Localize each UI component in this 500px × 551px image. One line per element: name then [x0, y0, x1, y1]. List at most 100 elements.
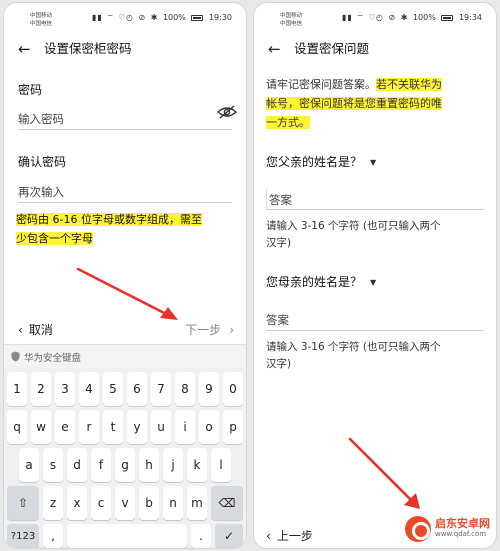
- space-key[interactable]: [67, 524, 187, 548]
- key[interactable]: v: [115, 486, 135, 520]
- password-rule-hint: 密码由 6-16 位字母或数字组成，需至 少包含一个字母: [16, 210, 202, 248]
- comma-key[interactable]: ,: [43, 524, 63, 548]
- status-bar: 中国移动 中国电信 ▮▮ ⌔ ♡ ◴ ⊘ ✱ 100% 19:34: [254, 3, 496, 33]
- mute-icon: ⊘: [388, 13, 396, 22]
- back-arrow-icon[interactable]: ←: [268, 37, 281, 61]
- helper-2-line-1: 请输入 3-16 个字符 (也可只输入两个: [266, 341, 441, 353]
- next-label: 下一步: [185, 323, 222, 337]
- dropdown-caret-icon: ▼: [370, 278, 377, 287]
- question-2-label: 您母亲的姓名是？: [266, 275, 363, 289]
- key[interactable]: n: [163, 486, 183, 520]
- key[interactable]: 8: [175, 372, 195, 406]
- answer-1-helper: 请输入 3-16 个字符 (也可只输入两个 汉字): [266, 218, 440, 252]
- site-watermark: 启东安卓网 www.qdaf.com: [405, 516, 490, 542]
- previous-label: 上一步: [276, 529, 313, 543]
- key[interactable]: c: [91, 486, 111, 520]
- key[interactable]: g: [115, 448, 135, 482]
- previous-button[interactable]: ‹ 上一步: [266, 527, 313, 544]
- security-question-intro: 请牢记密保问题答案。若不关联华为 帐号，密保问题将是您重置密码的唯 一方式。: [266, 75, 490, 132]
- chevron-left-icon: ‹: [266, 529, 271, 543]
- carrier-1: 中国移动: [30, 13, 53, 19]
- key[interactable]: 0: [223, 372, 243, 406]
- key[interactable]: e: [55, 410, 75, 444]
- key[interactable]: 4: [79, 372, 99, 406]
- key[interactable]: k: [187, 448, 207, 482]
- cancel-button[interactable]: ‹ 取消: [18, 321, 53, 338]
- helper-1-line-1: 请输入 3-16 个字符 (也可只输入两个: [266, 220, 441, 232]
- key[interactable]: b: [139, 486, 159, 520]
- confirm-password-input[interactable]: 再次输入: [18, 184, 64, 200]
- key[interactable]: y: [127, 410, 147, 444]
- intro-highlight-1: 若不关联华为: [376, 78, 442, 91]
- key[interactable]: h: [139, 448, 159, 482]
- back-arrow-icon[interactable]: ←: [18, 37, 31, 61]
- hint-line-2: 少包含一个字母: [16, 232, 93, 245]
- signal-icons: ▮▮ ⌔ ♡: [92, 13, 127, 22]
- key[interactable]: d: [67, 448, 87, 482]
- confirm-password-label: 确认密码: [18, 155, 67, 169]
- delete-key[interactable]: ⌫: [211, 486, 243, 520]
- chevron-left-icon: ‹: [18, 323, 23, 337]
- clock: 19:34: [458, 13, 482, 22]
- status-bar: 中国移动 中国电信 ▮▮ ⌔ ♡ ◴ ⊘ ✱ 100% 19:30: [4, 3, 246, 33]
- watermark-title: 启东安卓网: [435, 517, 490, 530]
- watermark-logo-icon: [405, 516, 431, 542]
- left-phone-screen: 中国移动 中国电信 ▮▮ ⌔ ♡ ◴ ⊘ ✱ 100% 19:30 ← 设置保密…: [3, 2, 247, 549]
- answer-1-input[interactable]: 答案: [269, 192, 292, 208]
- password-label: 密码: [18, 83, 43, 97]
- key[interactable]: l: [211, 448, 231, 482]
- question-1-label: 您父亲的姓名是？: [266, 155, 363, 169]
- question-1-select[interactable]: 您父亲的姓名是？ ▼: [266, 153, 376, 170]
- key[interactable]: u: [151, 410, 171, 444]
- question-2-select[interactable]: 您母亲的姓名是？ ▼: [266, 273, 376, 290]
- key[interactable]: z: [43, 486, 63, 520]
- key[interactable]: a: [19, 448, 39, 482]
- helper-2-line-2: 汉字): [266, 358, 292, 370]
- shift-icon: ⇧: [17, 496, 29, 510]
- shift-key[interactable]: ⇧: [7, 486, 39, 520]
- key[interactable]: 6: [127, 372, 147, 406]
- key[interactable]: o: [199, 410, 219, 444]
- title-bar: ← 设置保密柜密码: [4, 37, 246, 61]
- period-key[interactable]: .: [191, 524, 211, 548]
- annotation-arrow: [348, 437, 420, 509]
- key[interactable]: t: [103, 410, 123, 444]
- key[interactable]: f: [91, 448, 111, 482]
- key[interactable]: j: [163, 448, 183, 482]
- confirm-password-underline: [18, 202, 232, 203]
- intro-plain: 请牢记密保问题答案。: [266, 78, 376, 91]
- password-input[interactable]: 输入密码: [18, 111, 64, 127]
- key[interactable]: 1: [7, 372, 27, 406]
- battery-percent: 100%: [162, 13, 186, 22]
- keyboard: 1 2 3 4 5 6 7 8 9 0 q w e r t y u i o p …: [4, 368, 246, 548]
- chevron-right-icon: ›: [229, 323, 234, 337]
- carrier-labels: 中国移动 中国电信: [30, 12, 52, 28]
- key[interactable]: i: [175, 410, 195, 444]
- clock: 19:30: [208, 13, 232, 22]
- key[interactable]: s: [43, 448, 63, 482]
- key[interactable]: 2: [31, 372, 51, 406]
- key[interactable]: 5: [103, 372, 123, 406]
- key[interactable]: 9: [199, 372, 219, 406]
- battery-icon: [191, 14, 204, 21]
- carrier-1: 中国移动: [280, 13, 303, 19]
- battery-percent: 100%: [412, 13, 436, 22]
- key[interactable]: q: [7, 410, 27, 444]
- answer-2-border: [266, 309, 484, 331]
- key[interactable]: r: [79, 410, 99, 444]
- next-button[interactable]: 下一步 ›: [185, 321, 234, 338]
- eye-icon[interactable]: [217, 105, 237, 119]
- key[interactable]: 3: [55, 372, 75, 406]
- key[interactable]: x: [67, 486, 87, 520]
- symbol-key[interactable]: ?123: [7, 524, 39, 548]
- key[interactable]: 7: [151, 372, 171, 406]
- enter-key[interactable]: ✓: [215, 524, 243, 548]
- check-icon: ✓: [223, 529, 235, 543]
- dropdown-caret-icon: ▼: [370, 158, 377, 167]
- carrier-2: 中国电信: [30, 21, 53, 27]
- answer-2-input[interactable]: 答案: [266, 312, 289, 328]
- key[interactable]: p: [223, 410, 243, 444]
- key[interactable]: w: [31, 410, 51, 444]
- intro-highlight-3: 一方式。: [266, 116, 310, 129]
- key[interactable]: m: [187, 486, 207, 520]
